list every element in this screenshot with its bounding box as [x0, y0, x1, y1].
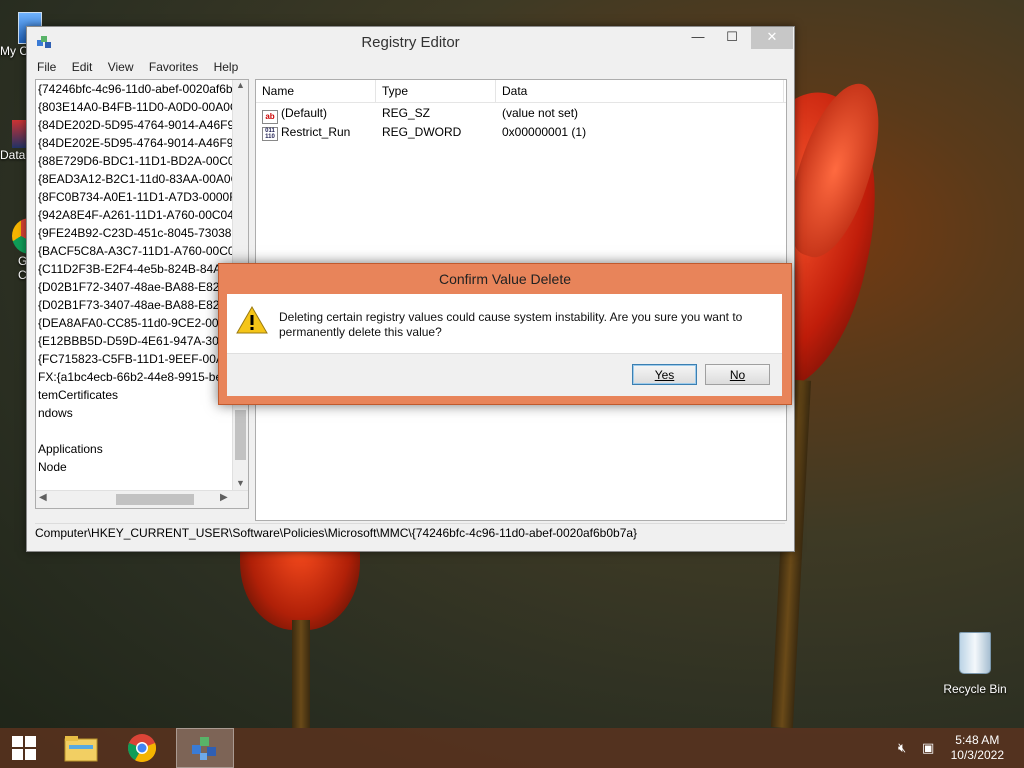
window-title: Registry Editor	[361, 34, 460, 51]
dialog-body: Deleting certain registry values could c…	[227, 294, 782, 396]
recycle-bin-label: Recycle Bin	[943, 682, 1007, 696]
menu-file[interactable]: File	[31, 58, 62, 76]
scroll-down-icon[interactable]: ▼	[233, 478, 248, 488]
tree-item[interactable]: {74246bfc-4c96-11d0-abef-0020af6b0	[36, 80, 248, 98]
value-name: (Default)	[281, 106, 328, 120]
list-row-default[interactable]: ab (Default) REG_SZ (value not set)	[256, 104, 786, 124]
windows-logo-icon	[12, 736, 36, 760]
tree-item[interactable]: {84DE202E-5D95-4764-9014-A46F994	[36, 134, 248, 152]
maximize-button[interactable]: ☐	[717, 27, 747, 49]
chrome-icon	[127, 734, 157, 762]
no-button-label: No	[729, 368, 746, 382]
title-bar[interactable]: Registry Editor — ☐ ✕	[27, 27, 794, 57]
tree-item[interactable]: FX:{a1bc4ecb-66b2-44e8-9915-be0	[36, 368, 248, 386]
key-tree-pane[interactable]: {74246bfc-4c96-11d0-abef-0020af6b0 {803E1…	[35, 79, 249, 509]
status-bar: Computer\HKEY_CURRENT_USER\Software\Poli…	[35, 523, 785, 542]
start-button[interactable]	[0, 728, 48, 768]
volume-muted-icon[interactable]: 🔇︎	[898, 740, 906, 756]
shortcut-icon	[12, 120, 26, 148]
clock-date: 10/3/2022	[950, 748, 1004, 762]
tree-item[interactable]: {9FE24B92-C23D-451c-8045-73038D9	[36, 224, 248, 242]
no-button[interactable]: No	[705, 364, 770, 385]
menu-edit[interactable]: Edit	[66, 58, 99, 76]
tree-item[interactable]: {D02B1F72-3407-48ae-BA88-E8213	[36, 278, 248, 296]
taskbar-file-explorer[interactable]	[52, 728, 110, 768]
clock[interactable]: 5:48 AM 10/3/2022	[951, 733, 1004, 763]
tree-item[interactable]: {8FC0B734-A0E1-11D1-A7D3-0000F8	[36, 188, 248, 206]
desktop-icon-recycle-bin[interactable]: Recycle Bin	[942, 632, 1008, 696]
scrollbar-thumb[interactable]	[235, 410, 246, 460]
tree-item[interactable]: {C11D2F3B-E2F4-4e5b-824B-84A87	[36, 260, 248, 278]
tree-list: {74246bfc-4c96-11d0-abef-0020af6b0 {803E1…	[36, 80, 248, 508]
warning-icon	[236, 305, 268, 334]
registry-editor-icon	[192, 737, 216, 760]
dialog-title: Confirm Value Delete	[438, 271, 572, 287]
scroll-up-icon[interactable]: ▲	[233, 80, 248, 90]
tree-item[interactable]	[36, 422, 248, 440]
tree-horizontal-scrollbar[interactable]: ◀ ▶	[36, 490, 248, 508]
tree-item[interactable]: {DEA8AFA0-CC85-11d0-9CE2-0080	[36, 314, 248, 332]
taskbar-chrome[interactable]	[113, 728, 171, 768]
recycle-bin-icon	[959, 632, 991, 674]
tree-item[interactable]: {942A8E4F-A261-11D1-A760-00C04F	[36, 206, 248, 224]
tree-item[interactable]: {8EAD3A12-B2C1-11d0-83AA-00A0C	[36, 170, 248, 188]
folder-icon	[64, 736, 98, 762]
value-name: Restrict_Run	[281, 125, 351, 139]
value-type: REG_SZ	[382, 106, 431, 120]
value-name-cell: 011 110 Restrict_Run	[262, 123, 350, 142]
value-data: (value not set)	[502, 106, 579, 120]
tree-item[interactable]: {88E729D6-BDC1-11D1-BD2A-00C04F	[36, 152, 248, 170]
value-type: REG_DWORD	[382, 125, 462, 139]
column-header-name[interactable]: Name	[256, 80, 376, 102]
yes-button[interactable]: Yes	[632, 364, 697, 385]
tree-item[interactable]: Node	[36, 458, 248, 476]
menu-favorites[interactable]: Favorites	[143, 58, 204, 76]
value-data: 0x00000001 (1)	[502, 125, 587, 139]
clock-time: 5:48 AM	[955, 733, 1000, 747]
menu-bar: File Edit View Favorites Help	[31, 58, 244, 76]
taskbar: 🔇︎ ▣ 5:48 AM 10/3/2022	[0, 728, 1024, 768]
minimize-button[interactable]: —	[683, 27, 713, 49]
tree-item[interactable]: {84DE202D-5D95-4764-9014-A46F994	[36, 116, 248, 134]
network-icon[interactable]: ▣	[922, 740, 934, 756]
tree-item[interactable]: temCertificates	[36, 386, 248, 404]
value-name-cell: ab (Default)	[262, 104, 327, 124]
scrollbar-thumb[interactable]	[116, 494, 194, 505]
scroll-left-icon[interactable]: ◀	[39, 492, 47, 503]
dialog-message: Deleting certain registry values could c…	[279, 310, 743, 339]
menu-help[interactable]: Help	[208, 58, 245, 76]
column-header-type[interactable]: Type	[376, 80, 496, 102]
tree-item[interactable]: Applications	[36, 440, 248, 458]
confirm-delete-dialog[interactable]: Confirm Value Delete Deleting certain re…	[218, 263, 792, 405]
binary-value-icon: 011 110	[262, 127, 278, 141]
tree-item[interactable]: ndows	[36, 404, 248, 422]
list-header: Name Type Data	[256, 80, 786, 103]
taskbar-registry-editor[interactable]	[176, 728, 234, 768]
string-value-icon: ab	[262, 110, 278, 124]
dialog-footer: Yes No	[227, 353, 782, 396]
scroll-right-icon[interactable]: ▶	[220, 492, 228, 503]
tree-item[interactable]: {BACF5C8A-A3C7-11D1-A760-00C04	[36, 242, 248, 260]
tree-item[interactable]: {D02B1F73-3407-48ae-BA88-E8213	[36, 296, 248, 314]
close-button[interactable]: ✕	[751, 27, 793, 49]
tree-item[interactable]: {FC715823-C5FB-11D1-9EEF-00A0	[36, 350, 248, 368]
menu-view[interactable]: View	[102, 58, 140, 76]
tree-item[interactable]: {E12BBB5D-D59D-4E61-947A-301D	[36, 332, 248, 350]
column-header-data[interactable]: Data	[496, 80, 784, 102]
tree-item[interactable]: {803E14A0-B4FB-11D0-A0D0-00A0C9	[36, 98, 248, 116]
yes-button-label: Yes	[654, 368, 675, 382]
list-row-restrict-run[interactable]: 011 110 Restrict_Run REG_DWORD 0x00000001…	[256, 123, 786, 142]
